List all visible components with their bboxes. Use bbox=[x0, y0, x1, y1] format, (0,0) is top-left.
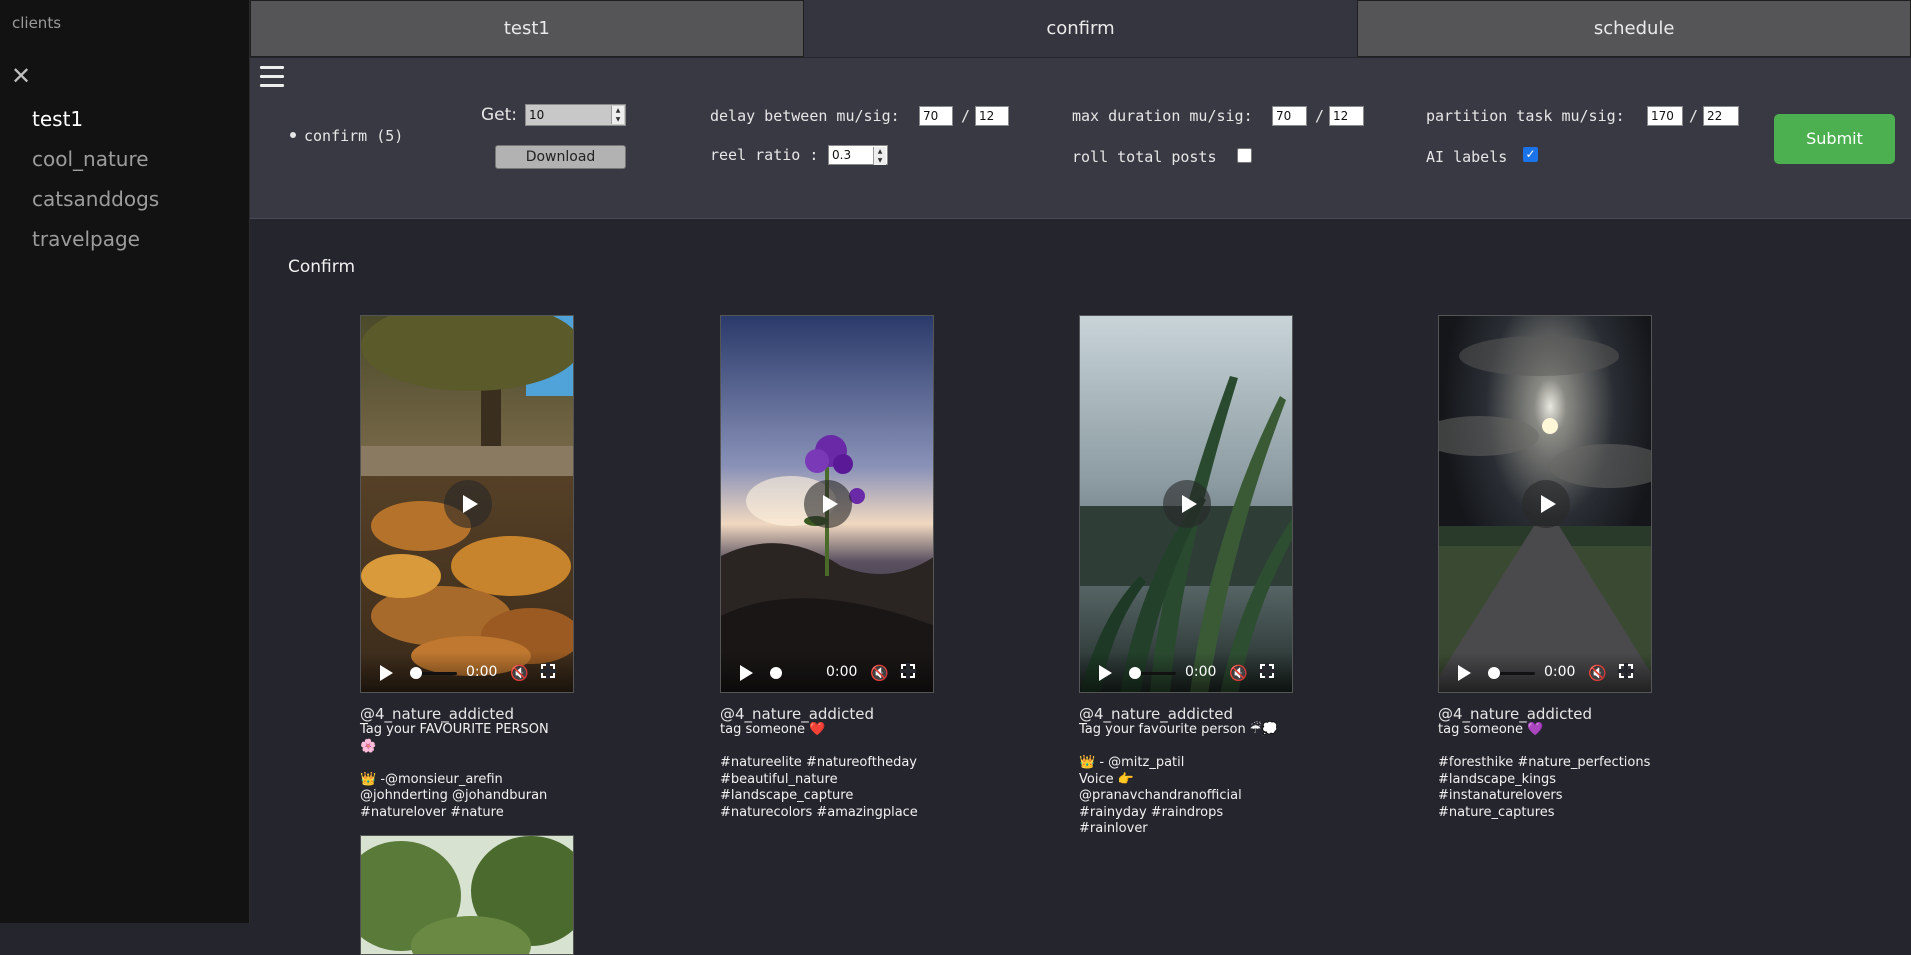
play-icon[interactable] bbox=[740, 665, 753, 681]
close-icon[interactable]: ✕ bbox=[11, 64, 31, 88]
tab-bar: test1 confirm schedule bbox=[250, 0, 1911, 58]
video-player[interactable]: 0:00 🔇 bbox=[360, 315, 574, 693]
get-count-spinner[interactable]: ▲ ▼ bbox=[611, 106, 624, 124]
post-caption: tag someone ❤️ #natureelite #natureofthe… bbox=[720, 722, 918, 820]
video-time: 0:00 bbox=[466, 664, 498, 680]
delay-sig-input[interactable]: 12 bbox=[975, 106, 1009, 126]
post-card: 0:00 🔇 @4_nature_addicted Tag your FAVOU… bbox=[360, 315, 574, 821]
fullscreen-icon[interactable] bbox=[1259, 663, 1275, 679]
get-label: Get: bbox=[481, 105, 518, 125]
play-icon[interactable] bbox=[380, 665, 393, 681]
play-overlay-icon[interactable] bbox=[1522, 480, 1570, 528]
tab-test1[interactable]: test1 bbox=[250, 0, 804, 57]
play-overlay-icon[interactable] bbox=[444, 480, 492, 528]
video-controls: 0:00 🔇 bbox=[1439, 652, 1651, 692]
post-caption: Tag your favourite person ☔💭 👑 - @mitz_p… bbox=[1079, 722, 1278, 836]
sidebar-item-catsanddogs[interactable]: catsanddogs bbox=[32, 186, 159, 226]
post-card: 0:00 🔇 @4_nature_addicted Tag your favou… bbox=[1079, 315, 1293, 838]
post-card: 0:00 🔇 @4_nature_addicted tag someone 💜 … bbox=[1438, 315, 1652, 821]
partition-sig-input[interactable]: 22 bbox=[1703, 106, 1739, 126]
seek-handle[interactable] bbox=[1488, 667, 1500, 679]
sidebar-item-travelpage[interactable]: travelpage bbox=[32, 226, 159, 266]
delay-slash: / bbox=[961, 107, 971, 125]
mute-icon[interactable]: 🔇 bbox=[510, 664, 529, 682]
partition-mu-input[interactable]: 170 bbox=[1647, 106, 1683, 126]
post-author: @4_nature_addicted bbox=[720, 705, 874, 723]
partition-slash: / bbox=[1689, 107, 1699, 125]
video-player[interactable]: 0:00 🔇 bbox=[1438, 315, 1652, 693]
mute-icon[interactable]: 🔇 bbox=[1588, 664, 1607, 682]
play-overlay-icon[interactable] bbox=[804, 480, 852, 528]
video-time: 0:00 bbox=[1544, 664, 1576, 680]
video-controls: 0:00 🔇 bbox=[361, 652, 573, 692]
tab-schedule[interactable]: schedule bbox=[1357, 0, 1911, 57]
video-controls: 0:00 🔇 bbox=[1080, 652, 1292, 692]
post-author: @4_nature_addicted bbox=[360, 705, 514, 723]
seek-handle[interactable] bbox=[410, 667, 422, 679]
max-duration-mu-input[interactable]: 70 bbox=[1272, 106, 1307, 126]
bullet-label: confirm (5) bbox=[304, 127, 404, 145]
mute-icon[interactable]: 🔇 bbox=[870, 664, 889, 682]
sidebar-item-test1[interactable]: test1 bbox=[32, 106, 159, 146]
client-list: test1 cool_nature catsanddogs travelpage bbox=[32, 106, 159, 266]
delay-mu-input[interactable]: 70 bbox=[919, 106, 953, 126]
download-button[interactable]: Download bbox=[495, 145, 626, 169]
ai-labels-checkbox[interactable]: ✓ bbox=[1523, 147, 1538, 162]
delay-label: delay between mu/sig: bbox=[710, 107, 900, 125]
post-author: @4_nature_addicted bbox=[1079, 705, 1233, 723]
get-count-input[interactable]: 10 ▲ ▼ bbox=[525, 104, 626, 126]
reel-ratio-input[interactable]: 0.3 ▲ ▼ bbox=[828, 145, 888, 165]
controls-panel: confirm (5) Get: 10 ▲ ▼ Download delay be… bbox=[250, 58, 1911, 219]
max-duration-sig-input[interactable]: 12 bbox=[1329, 106, 1364, 126]
max-duration-label: max duration mu/sig: bbox=[1072, 107, 1253, 125]
post-caption: Tag your FAVOURITE PERSON 🌸 👑 -@monsieur… bbox=[360, 722, 549, 820]
partition-label: partition task mu/sig: bbox=[1426, 107, 1625, 125]
sidebar-title: clients bbox=[12, 14, 62, 32]
post-caption: tag someone 💜 #foresthike #nature_perfec… bbox=[1438, 722, 1651, 820]
video-controls: 0:00 🔇 bbox=[721, 652, 933, 692]
post-card: 0:00 🔇 @4_nature_addicted tag someone ❤️… bbox=[720, 315, 934, 821]
seek-handle[interactable] bbox=[770, 667, 782, 679]
tab-confirm[interactable]: confirm bbox=[803, 0, 1358, 57]
sidebar-item-cool-nature[interactable]: cool_nature bbox=[32, 146, 159, 186]
video-time: 0:00 bbox=[1185, 664, 1217, 680]
video-player[interactable] bbox=[360, 835, 574, 955]
video-player[interactable]: 0:00 🔇 bbox=[1079, 315, 1293, 693]
fullscreen-icon[interactable] bbox=[900, 663, 916, 679]
post-author: @4_nature_addicted bbox=[1438, 705, 1592, 723]
play-icon[interactable] bbox=[1099, 665, 1112, 681]
reel-ratio-label: reel ratio : bbox=[710, 146, 819, 164]
roll-total-checkbox[interactable] bbox=[1237, 148, 1252, 163]
max-duration-slash: / bbox=[1315, 107, 1325, 125]
reel-ratio-value: 0.3 bbox=[832, 148, 852, 162]
section-title: Confirm bbox=[288, 257, 356, 277]
video-time: 0:00 bbox=[826, 664, 858, 680]
submit-button[interactable]: Submit bbox=[1774, 114, 1895, 164]
play-overlay-icon[interactable] bbox=[1163, 480, 1211, 528]
bullet-dot bbox=[290, 131, 296, 138]
play-icon[interactable] bbox=[1458, 665, 1471, 681]
video-thumbnail bbox=[361, 836, 573, 954]
seek-handle[interactable] bbox=[1129, 667, 1141, 679]
mute-icon[interactable]: 🔇 bbox=[1229, 664, 1248, 682]
hamburger-icon[interactable] bbox=[260, 66, 284, 88]
reel-ratio-spinner[interactable]: ▲ ▼ bbox=[873, 147, 886, 165]
fullscreen-icon[interactable] bbox=[1618, 663, 1634, 679]
sidebar: clients ✕ test1 cool_nature catsanddogs … bbox=[0, 0, 250, 923]
roll-total-label: roll total posts bbox=[1072, 148, 1217, 166]
get-count-value: 10 bbox=[529, 108, 545, 122]
video-player[interactable]: 0:00 🔇 bbox=[720, 315, 934, 693]
confirm-bullet-item: confirm (5) bbox=[290, 127, 403, 145]
fullscreen-icon[interactable] bbox=[540, 663, 556, 679]
ai-labels-label: AI labels bbox=[1426, 148, 1508, 166]
post-card bbox=[360, 835, 574, 955]
